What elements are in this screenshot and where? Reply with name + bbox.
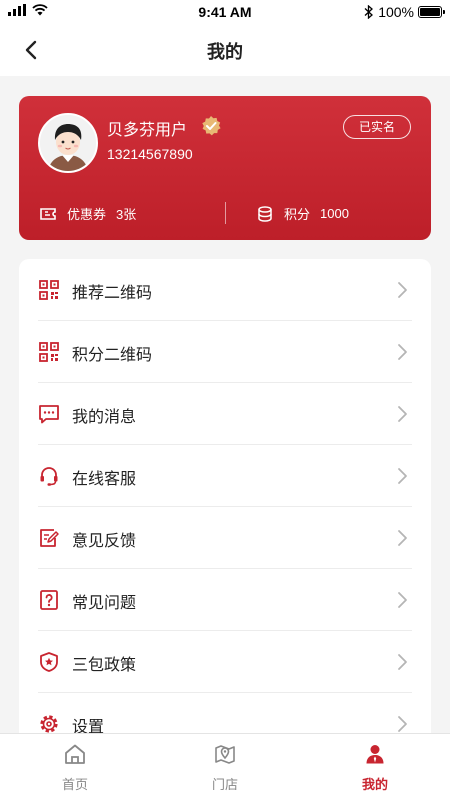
menu-item-label: 在线客服 [72,469,137,488]
status-bar: 9:41 AM 100% [0,0,450,24]
message-icon [39,405,59,424]
points-label: 积分 [284,208,311,223]
qr-code-icon [39,342,59,362]
battery-percent: 100% [378,4,414,20]
menu-item-label: 意见反馈 [72,531,137,550]
chevron-right-icon [398,592,407,608]
bluetooth-icon [364,5,374,19]
user-phone: 13214567890 [107,146,193,162]
map-pin-icon [215,745,235,764]
menu-item-label: 积分二维码 [72,345,153,364]
chevron-right-icon [398,654,407,670]
tab-bar: 首页 门店 我的 [0,733,450,800]
points-value: 1000 [320,206,349,221]
coupon-label: 优惠券 [67,208,107,223]
coins-icon [258,205,272,222]
chevron-right-icon [398,530,407,546]
feedback-icon [40,529,59,547]
status-right: 100% [364,4,445,20]
chevron-right-icon [398,468,407,484]
coupon-stat[interactable]: 优惠券 3张 [39,204,136,223]
menu-list: 推荐二维码 积分二维码 我的消息 在线客服 意见反馈 常见问题 三包政策 设置 [19,259,431,759]
coupon-icon [40,207,56,220]
shield-star-icon [40,652,58,672]
profile-card[interactable]: 贝多芬用户 13214567890 已实名 优惠券 3张 积分 1000 [19,96,431,240]
user-name: 贝多芬用户 [107,120,188,139]
tab-label: 我的 [361,778,388,793]
menu-item-label: 推荐二维码 [72,283,153,302]
chevron-right-icon [398,344,407,360]
menu-item-warranty-policy[interactable]: 三包政策 [38,631,412,693]
headset-icon [40,467,58,486]
verified-badge: 已实名 [343,115,411,139]
chevron-right-icon [398,716,407,732]
question-icon [40,590,58,610]
chevron-right-icon [398,282,407,298]
menu-item-points-qr[interactable]: 积分二维码 [38,321,412,383]
coupon-value: 3张 [116,207,137,222]
page-title: 我的 [207,42,243,63]
menu-item-feedback[interactable]: 意见反馈 [38,507,412,569]
chevron-right-icon [398,406,407,422]
tab-mine[interactable]: 我的 [300,734,450,800]
verified-icon [202,116,221,136]
nav-bar: 我的 [0,24,450,76]
stat-divider [225,202,226,224]
points-stat[interactable]: 积分 1000 [256,204,349,223]
tab-home[interactable]: 首页 [0,734,150,800]
menu-item-customer-service[interactable]: 在线客服 [38,445,412,507]
menu-item-referral-qr[interactable]: 推荐二维码 [38,259,412,321]
gear-icon [40,715,58,733]
tab-label: 首页 [61,778,88,793]
menu-item-label: 常见问题 [72,593,137,612]
menu-item-messages[interactable]: 我的消息 [38,383,412,445]
avatar[interactable] [38,113,98,173]
tab-label: 门店 [211,778,238,793]
menu-item-faq[interactable]: 常见问题 [38,569,412,631]
menu-item-label: 三包政策 [72,655,137,674]
tab-stores[interactable]: 门店 [150,734,300,800]
avatar-illustration [40,115,96,171]
home-icon [65,744,85,764]
user-icon [366,745,384,764]
menu-item-label: 我的消息 [72,407,137,426]
qr-code-icon [39,280,59,300]
battery-icon [418,6,445,18]
